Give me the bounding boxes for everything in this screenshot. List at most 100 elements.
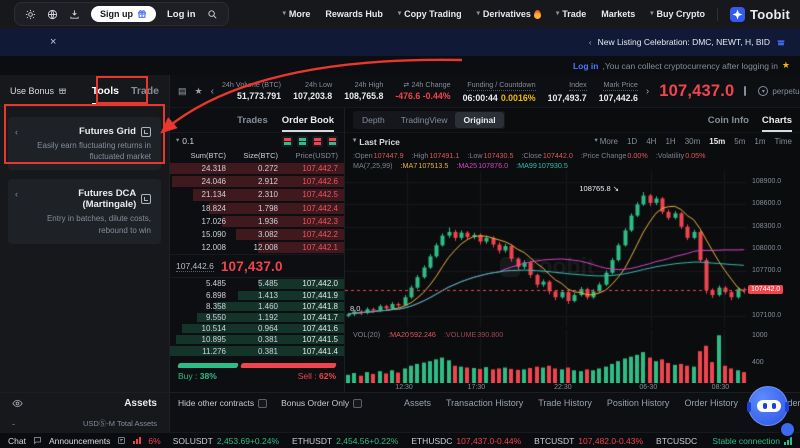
time-axis-label: 06-30 [639, 384, 657, 391]
orderbook-layout-both-icon[interactable] [282, 136, 293, 147]
price-chart-canvas[interactable] [345, 171, 800, 327]
tool-card-futures-grid[interactable]: ‹Futures GridEasily earn fluctuating ret… [8, 117, 161, 170]
timeframe-30m[interactable]: 30m [685, 137, 701, 146]
checkbox-hide-other-contracts[interactable]: Hide other contracts [178, 398, 267, 408]
ticker-pair-btcusdc[interactable]: BTCUSDC [656, 436, 697, 446]
kline-icon[interactable] [744, 86, 746, 96]
scroll-left-icon[interactable]: ‹ [211, 86, 214, 97]
chevron-left-icon[interactable]: ‹ [589, 37, 592, 47]
announcements-link[interactable]: Announcements [49, 436, 110, 446]
tab-trades[interactable]: Trades [237, 108, 268, 132]
tab-trade[interactable]: Trade [131, 76, 159, 105]
eye-icon[interactable] [12, 398, 23, 409]
bottom-tab-assets[interactable]: Assets [404, 398, 431, 408]
contract-selector[interactable]: ▾ perpetual BTCUSDT [758, 84, 800, 98]
orderbook-bid-row[interactable]: 9.5501.192107,441.7 [170, 312, 344, 323]
orderbook-ask-row[interactable]: 17.0261.936107,442.3 [170, 215, 344, 228]
orderbook-bid-row[interactable]: 10.5140.964107,441.6 [170, 323, 344, 334]
orderbook-layout-asks-icon[interactable] [312, 136, 323, 147]
checkbox-bonus-order-only[interactable]: Bonus Order Only [281, 398, 362, 408]
close-icon[interactable]: × [50, 36, 56, 48]
nav-item-rewards-hub[interactable]: Rewards Hub [325, 9, 383, 19]
notification-text[interactable]: New Listing Celebration: DMC, NEWT, H, B… [598, 37, 770, 47]
theme-sun-icon[interactable] [25, 9, 36, 20]
tool-cards: ‹Futures GridEasily earn fluctuating ret… [0, 107, 169, 254]
vol-settings[interactable]: VOL(20) [353, 330, 380, 339]
tab-order-book[interactable]: Order Book [282, 108, 334, 132]
search-icon[interactable] [207, 9, 218, 20]
timeframe-4h[interactable]: 4H [646, 137, 656, 146]
ticker-pair-btcusdt[interactable]: BTCUSDT107,482.0-0.43% [534, 436, 643, 446]
ma-settings[interactable]: MA(7,25,99) [353, 161, 393, 170]
download-app-icon[interactable] [69, 9, 80, 20]
view-original[interactable]: Original [455, 112, 503, 128]
price-cell: 107,442.7 [278, 164, 338, 173]
orderbook-bid-row[interactable]: 5.4855.485107,442.0 [170, 278, 344, 289]
orderbook-bid-row[interactable]: 11.2760.381107,441.4 [170, 345, 344, 356]
chevron-down-icon: ▾ [650, 11, 653, 18]
orderbook-ask-row[interactable]: 21.1342.310107,442.5 [170, 188, 344, 201]
nav-item-trade[interactable]: ▾Trade [556, 9, 586, 19]
timeframe-1m[interactable]: 1m [754, 137, 765, 146]
nav-item-buy-crypto[interactable]: ▾Buy Crypto [650, 9, 705, 19]
favorite-star-icon[interactable]: ★ [195, 86, 203, 97]
stat-label: Funding / Countdown [467, 80, 535, 91]
orderbook-ask-row[interactable]: 24.0462.912107,442.6 [170, 175, 344, 188]
orderbook-bid-row[interactable]: 10.8950.381107,441.5 [170, 334, 344, 345]
bottom-tab-transaction-history[interactable]: Transaction History [446, 398, 523, 408]
price-mode-select[interactable]: Last Price [359, 137, 400, 147]
contract-details-icon[interactable]: ▤ [178, 86, 187, 97]
orderbook-bids: 5.4855.485107,442.06.8981.413107,441.98.… [170, 278, 344, 356]
orderbook-bid-row[interactable]: 6.8981.413107,441.9 [170, 290, 344, 301]
login-link[interactable]: Log in [573, 61, 599, 71]
timeframe-time[interactable]: Time [775, 137, 792, 146]
nav-item-copy-trading[interactable]: ▾Copy Trading [398, 9, 462, 19]
orderbook-layout-split-icon[interactable] [327, 136, 338, 147]
orderbook-ask-row[interactable]: 15.0903.082107,442.2 [170, 228, 344, 241]
nav-item-markets[interactable]: Markets [601, 9, 635, 19]
orderbook-ask-row[interactable]: 18.8241.798107,442.4 [170, 202, 344, 215]
ma-item: :MA25107876.0 [456, 161, 508, 170]
checkbox-label: Hide other contracts [178, 398, 254, 408]
support-chatbot[interactable] [748, 386, 794, 432]
nav-item-more[interactable]: ▾More [283, 9, 311, 19]
login-button[interactable]: Log in [167, 9, 196, 20]
chat-bubble-icon[interactable] [33, 436, 42, 445]
watermark-text: Toobit [526, 253, 595, 280]
signup-button[interactable]: Sign up [91, 6, 156, 22]
size-cell: 0.381 [226, 347, 278, 356]
bottom-tab-position-history[interactable]: Position History [607, 398, 670, 408]
timeframe-1h[interactable]: 1H [665, 137, 675, 146]
ticker-pair-solusdt[interactable]: SOLUSDT2,453.69+0.24% [173, 436, 279, 446]
chat-link[interactable]: Chat [8, 436, 26, 446]
tab-coin-info[interactable]: Coin Info [708, 108, 749, 132]
orderbook-last-price[interactable]: 107,437.0 [221, 259, 283, 274]
timeframe-5m[interactable]: 5m [734, 137, 745, 146]
tool-card-futures-dca-martingale[interactable]: ‹Futures DCA (Martingale)Entry in batche… [8, 179, 161, 243]
view-depth[interactable]: Depth [354, 112, 393, 128]
bottom-tab-trade-history[interactable]: Trade History [538, 398, 592, 408]
bottom-tab-order-history[interactable]: Order History [684, 398, 738, 408]
timeframe-more[interactable]: ▾More [594, 137, 618, 146]
brand-logo[interactable]: Toobit [730, 7, 790, 22]
announcement-board-icon[interactable] [117, 436, 126, 445]
scroll-right-icon[interactable]: › [646, 86, 649, 97]
use-bonus-link[interactable]: Use Bonus [10, 86, 54, 96]
timeframe-1d[interactable]: 1D [627, 137, 637, 146]
orderbook-bid-row[interactable]: 8.3581.460107,441.8 [170, 301, 344, 312]
timeframe-15m[interactable]: 15m [709, 137, 725, 146]
ticker-pair-ethusdc[interactable]: ETHUSDC107,437.0-0.44% [411, 436, 521, 446]
language-globe-icon[interactable] [47, 9, 58, 20]
chart-header: DepthTradingViewOriginal Coin Info Charts [345, 108, 800, 133]
ticker-pair-ethusdt[interactable]: ETHUSDT2,454.56+0.22% [292, 436, 398, 446]
orderbook-layout-bids-icon[interactable] [297, 136, 308, 147]
nav-item-derivatives[interactable]: ▾Derivatives [477, 9, 541, 19]
tab-tools[interactable]: Tools [92, 76, 119, 105]
tab-charts[interactable]: Charts [762, 108, 792, 132]
orderbook-ask-row[interactable]: 24.3180.272107,442.7 [170, 162, 344, 175]
sell-ratio-bar [240, 363, 337, 368]
orderbook-ask-row[interactable]: 12.00812.008107,442.1 [170, 241, 344, 254]
notification-carousel: ‹ New Listing Celebration: DMC, NEWT, H,… [589, 37, 786, 47]
tick-size-select[interactable]: 0.1 [182, 136, 194, 146]
view-tradingview[interactable]: TradingView [393, 112, 456, 128]
